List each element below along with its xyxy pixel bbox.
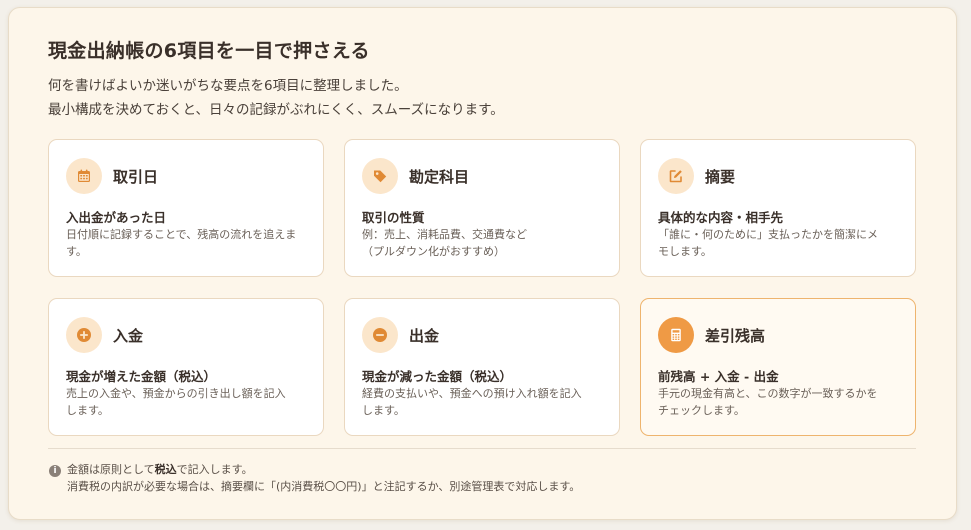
footnote-emphasis: 税込	[154, 463, 177, 476]
edit-icon	[658, 158, 694, 194]
tag-icon	[362, 158, 398, 194]
minus-circle-icon	[362, 317, 398, 353]
card-description-line: 手元の現金有高と、この数字が一致するかを	[658, 387, 878, 400]
card-description-line: モします。	[658, 245, 712, 258]
card-description: 「誰に・何のために」支払ったかを簡潔にメ モします。	[658, 226, 904, 260]
card-account-title: 勘定科目 取引の性質 例：売上、消耗品費、交通費など （プルダウン化がおすすめ）	[344, 139, 620, 277]
footnote-text: 金額は原則として	[67, 463, 155, 476]
card-title: 差引残高	[705, 327, 766, 345]
card-description-line: （プルダウン化がおすすめ）	[362, 245, 505, 258]
card-description-line: 例：売上、消耗品費、交通費など	[362, 228, 527, 241]
calculator-icon	[658, 317, 694, 353]
intro-line: 最小構成を決めておくと、日々の記録がぶれにくく、スムーズになります。	[48, 102, 504, 118]
card-title: 勘定科目	[409, 168, 470, 186]
card-description-memo: 摘要 具体的な内容・相手先 「誰に・何のために」支払ったかを簡潔にメ モします。	[640, 139, 916, 277]
card-deposit: 入金 現金が増えた金額（税込） 売上の入金や、預金からの引き出し額を記入 します…	[48, 298, 324, 436]
card-description-line: します。	[66, 404, 109, 417]
card-subtitle: 取引の性質	[362, 210, 425, 225]
intro-text: 何を書けばよいか迷いがちな要点を6項目に整理しました。 最小構成を決めておくと、…	[48, 74, 504, 122]
card-subtitle: 現金が減った金額（税込）	[362, 369, 513, 384]
info-icon: i	[49, 465, 61, 477]
footnote: 金額は原則として税込で記入します。 消費税の内訳が必要な場合は、摘要欄に「(内消…	[67, 461, 580, 495]
card-title: 入金	[113, 327, 144, 345]
card-subtitle: 前残高 + 入金 - 出金	[658, 369, 779, 384]
card-description: 経費の支払いや、預金への預け入れ額を記入 します。	[362, 385, 608, 419]
card-description-line: 日付順に記録することで、残高の流れを追えま	[66, 228, 297, 241]
card-subtitle: 入出金があった日	[66, 210, 167, 225]
card-title: 取引日	[113, 168, 159, 186]
card-title: 出金	[409, 327, 440, 345]
divider	[48, 448, 916, 449]
card-description: 例：売上、消耗品費、交通費など （プルダウン化がおすすめ）	[362, 226, 608, 260]
card-description-line: す。	[66, 245, 87, 258]
footnote-line: 金額は原則として税込で記入します。	[67, 461, 580, 478]
card-title: 摘要	[705, 168, 736, 186]
card-description-line: チェックします。	[658, 404, 745, 417]
plus-circle-icon	[66, 317, 102, 353]
footnote-text: で記入します。	[176, 463, 253, 476]
card-description-line: 「誰に・何のために」支払ったかを簡潔にメ	[658, 228, 878, 241]
calendar-icon	[66, 158, 102, 194]
page-title: 現金出納帳の6項目を一目で押さえる	[48, 40, 370, 62]
card-description-line: 経費の支払いや、預金への預け入れ額を記入	[362, 387, 582, 400]
intro-line: 何を書けばよいか迷いがちな要点を6項目に整理しました。	[48, 78, 408, 94]
card-description-line: 売上の入金や、預金からの引き出し額を記入	[66, 387, 286, 400]
card-description-line: します。	[362, 404, 405, 417]
card-description: 手元の現金有高と、この数字が一致するかを チェックします。	[658, 385, 904, 419]
summary-panel: 現金出納帳の6項目を一目で押さえる 何を書けばよいか迷いがちな要点を6項目に整理…	[8, 7, 957, 520]
card-description: 売上の入金や、預金からの引き出し額を記入 します。	[66, 385, 312, 419]
card-transaction-date: 取引日 入出金があった日 日付順に記録することで、残高の流れを追えま す。	[48, 139, 324, 277]
card-description: 日付順に記録することで、残高の流れを追えま す。	[66, 226, 312, 260]
card-subtitle: 具体的な内容・相手先	[658, 210, 784, 225]
footnote-line: 消費税の内訳が必要な場合は、摘要欄に「(内消費税〇〇円)」と注記するか、別途管理…	[67, 480, 581, 493]
card-withdrawal: 出金 現金が減った金額（税込） 経費の支払いや、預金への預け入れ額を記入 します…	[344, 298, 620, 436]
card-subtitle: 現金が増えた金額（税込）	[66, 369, 217, 384]
card-balance: 差引残高 前残高 + 入金 - 出金 手元の現金有高と、この数字が一致するかを …	[640, 298, 916, 436]
